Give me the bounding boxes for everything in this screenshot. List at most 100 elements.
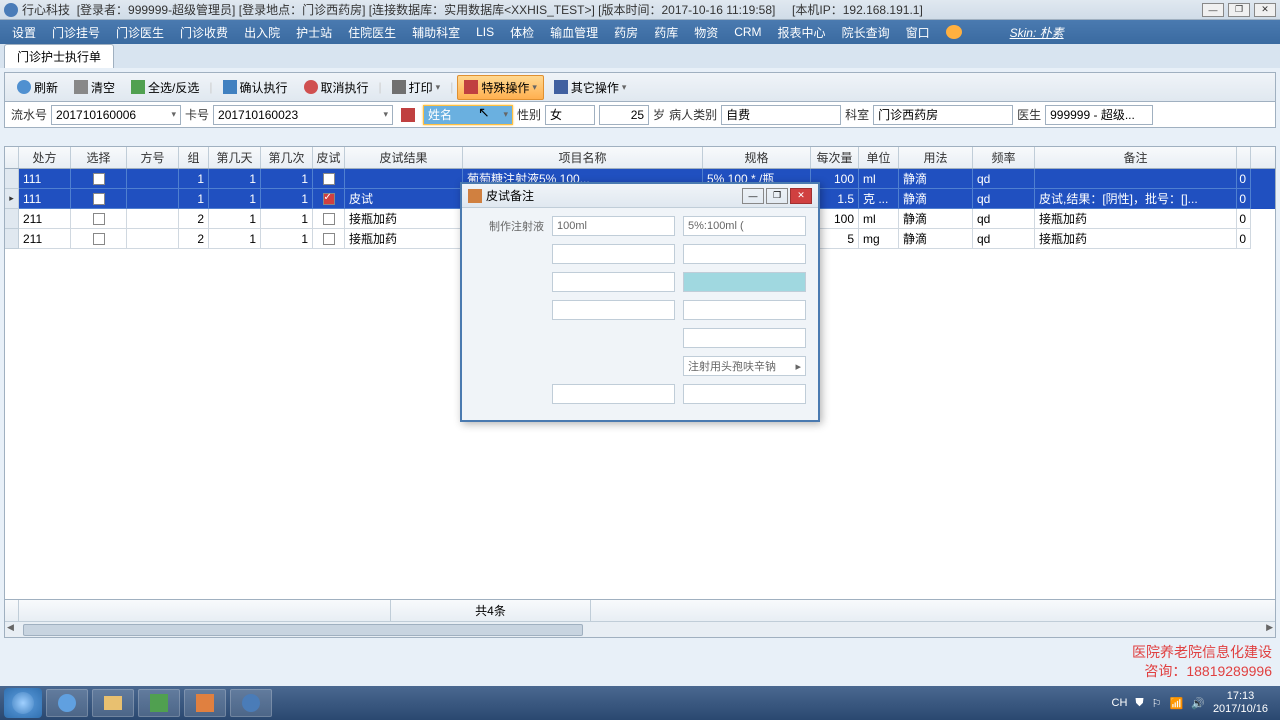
dialog-field[interactable] [552, 384, 675, 404]
menu-item[interactable]: 窗口 [898, 24, 938, 41]
horizontal-scrollbar[interactable] [5, 621, 1275, 637]
col-select[interactable]: 选择 [71, 147, 127, 168]
col-day[interactable]: 第几天 [209, 147, 261, 168]
dialog-field[interactable] [683, 328, 806, 348]
tray-flag-icon[interactable]: ⚐ [1152, 697, 1162, 710]
col-times[interactable]: 第几次 [261, 147, 313, 168]
menu-item[interactable]: 物资 [686, 24, 726, 41]
sex-label: 性别 [517, 106, 541, 123]
select-icon [131, 80, 145, 94]
ptype-label: 病人类别 [669, 106, 717, 123]
menu-item[interactable]: 护士站 [288, 24, 340, 41]
menu-item[interactable]: 门诊收费 [172, 24, 236, 41]
app-logo-icon [4, 3, 18, 17]
refresh-icon [17, 80, 31, 94]
col-method[interactable]: 用法 [899, 147, 973, 168]
dialog-field[interactable] [683, 300, 806, 320]
help-icon[interactable] [946, 25, 962, 39]
dialog-field[interactable] [552, 300, 675, 320]
dialog-close-button[interactable]: ✕ [790, 188, 812, 204]
menu-item[interactable]: LIS [468, 25, 502, 39]
cancel-button[interactable]: 取消执行 [298, 76, 375, 99]
skin-link[interactable]: Skin: 朴素 [1002, 24, 1072, 41]
age-unit: 岁 [653, 106, 665, 123]
title-bar: 行心科技 [登录者：999999-超级管理员] [登录地点：门诊西药房] [连接… [0, 0, 1280, 20]
dialog-maximize-button[interactable]: ❐ [766, 188, 788, 204]
col-spec[interactable]: 规格 [703, 147, 811, 168]
dialog-field[interactable]: 5%:100ml ( [683, 216, 806, 236]
doc-field: 999999 - 超级... [1045, 105, 1153, 125]
patient-icon[interactable] [401, 108, 415, 122]
dialog-drug-combo[interactable]: 注射用头孢呋辛钠 [683, 356, 806, 376]
col-freq[interactable]: 频率 [973, 147, 1035, 168]
app-name: 行心科技 [22, 1, 70, 18]
dialog-field-selected[interactable] [683, 272, 806, 292]
name-combo[interactable]: 姓名 [423, 105, 513, 125]
dialog-minimize-button[interactable]: — [742, 188, 764, 204]
col-skintest[interactable]: 皮试 [313, 147, 345, 168]
menu-item[interactable]: 住院医生 [340, 24, 404, 41]
other-button[interactable]: 其它操作▾ [548, 76, 633, 99]
card-combo[interactable]: 201710160023 [213, 105, 393, 125]
menu-item[interactable]: 辅助科室 [404, 24, 468, 41]
age-field: 25 [599, 105, 649, 125]
col-unit[interactable]: 单位 [859, 147, 899, 168]
confirm-button[interactable]: 确认执行 [217, 76, 294, 99]
menu-item[interactable]: 输血管理 [542, 24, 606, 41]
menu-item[interactable]: 院长查询 [834, 24, 898, 41]
col-item[interactable]: 项目名称 [463, 147, 703, 168]
menu-item[interactable]: 药库 [646, 24, 686, 41]
menu-item[interactable]: 出入院 [236, 24, 288, 41]
tab-nurse-exec[interactable]: 门诊护士执行单 [4, 44, 114, 68]
dialog-field[interactable]: 100ml [552, 216, 675, 236]
refresh-button[interactable]: 刷新 [11, 76, 64, 99]
menu-item[interactable]: 报表中心 [770, 24, 834, 41]
task-excel[interactable] [138, 689, 180, 717]
col-skinresult[interactable]: 皮试结果 [345, 147, 463, 168]
minimize-button[interactable]: — [1202, 3, 1224, 17]
ptype-field: 自费 [721, 105, 841, 125]
menu-item[interactable]: 药房 [606, 24, 646, 41]
task-explorer[interactable] [92, 689, 134, 717]
tray-clock[interactable]: 17:132017/10/16 [1213, 690, 1268, 716]
tray-volume-icon[interactable]: 🔊 [1191, 697, 1205, 710]
menu-item[interactable]: 门诊医生 [108, 24, 172, 41]
menu-item[interactable]: 体检 [502, 24, 542, 41]
filter-bar: 流水号 201710160006 卡号 201710160023 姓名 性别 女… [4, 102, 1276, 128]
title-location: [登录地点：门诊西药房] [239, 1, 366, 18]
col-dose[interactable]: 每次量 [811, 147, 859, 168]
maximize-button[interactable]: ❐ [1228, 3, 1250, 17]
serial-combo[interactable]: 201710160006 [51, 105, 181, 125]
menu-item[interactable]: 设置 [4, 24, 44, 41]
skintest-note-dialog: 皮试备注 — ❐ ✕ 制作注射液100ml5%:100ml ( 注射用头孢呋辛钠 [460, 182, 820, 422]
footer-count: 共4条 [391, 600, 591, 621]
menu-item[interactable]: 门诊挂号 [44, 24, 108, 41]
dialog-field[interactable] [683, 244, 806, 264]
selectall-button[interactable]: 全选/反选 [125, 76, 205, 99]
dialog-field[interactable] [552, 244, 675, 264]
clear-icon [74, 80, 88, 94]
windows-icon [12, 692, 34, 714]
start-button[interactable] [4, 688, 42, 718]
tray-ime[interactable]: CH [1112, 697, 1128, 709]
dialog-field[interactable] [683, 384, 806, 404]
other-icon [554, 80, 568, 94]
watermark: 医院养老院信息化建设 咨询：18819289996 [1132, 643, 1272, 682]
task-app[interactable] [184, 689, 226, 717]
menu-bar: 设置 门诊挂号 门诊医生 门诊收费 出入院 护士站 住院医生 辅助科室 LIS … [0, 20, 1280, 44]
col-rx[interactable]: 处方 [19, 147, 71, 168]
clear-button[interactable]: 清空 [68, 76, 121, 99]
task-ie[interactable] [46, 689, 88, 717]
special-button[interactable]: 特殊操作▾ [457, 75, 544, 100]
tray-network-icon[interactable]: 📶 [1170, 697, 1184, 710]
col-fh[interactable]: 方号 [127, 147, 179, 168]
dialog-field[interactable] [552, 272, 675, 292]
tray-shield-icon[interactable]: ⛊ [1135, 697, 1143, 710]
menu-item[interactable]: CRM [726, 25, 769, 39]
print-button[interactable]: 打印▾ [386, 76, 447, 99]
print-icon [392, 80, 406, 94]
col-group[interactable]: 组 [179, 147, 209, 168]
col-note[interactable]: 备注 [1035, 147, 1237, 168]
close-button[interactable]: ✕ [1254, 3, 1276, 17]
task-current[interactable] [230, 689, 272, 717]
